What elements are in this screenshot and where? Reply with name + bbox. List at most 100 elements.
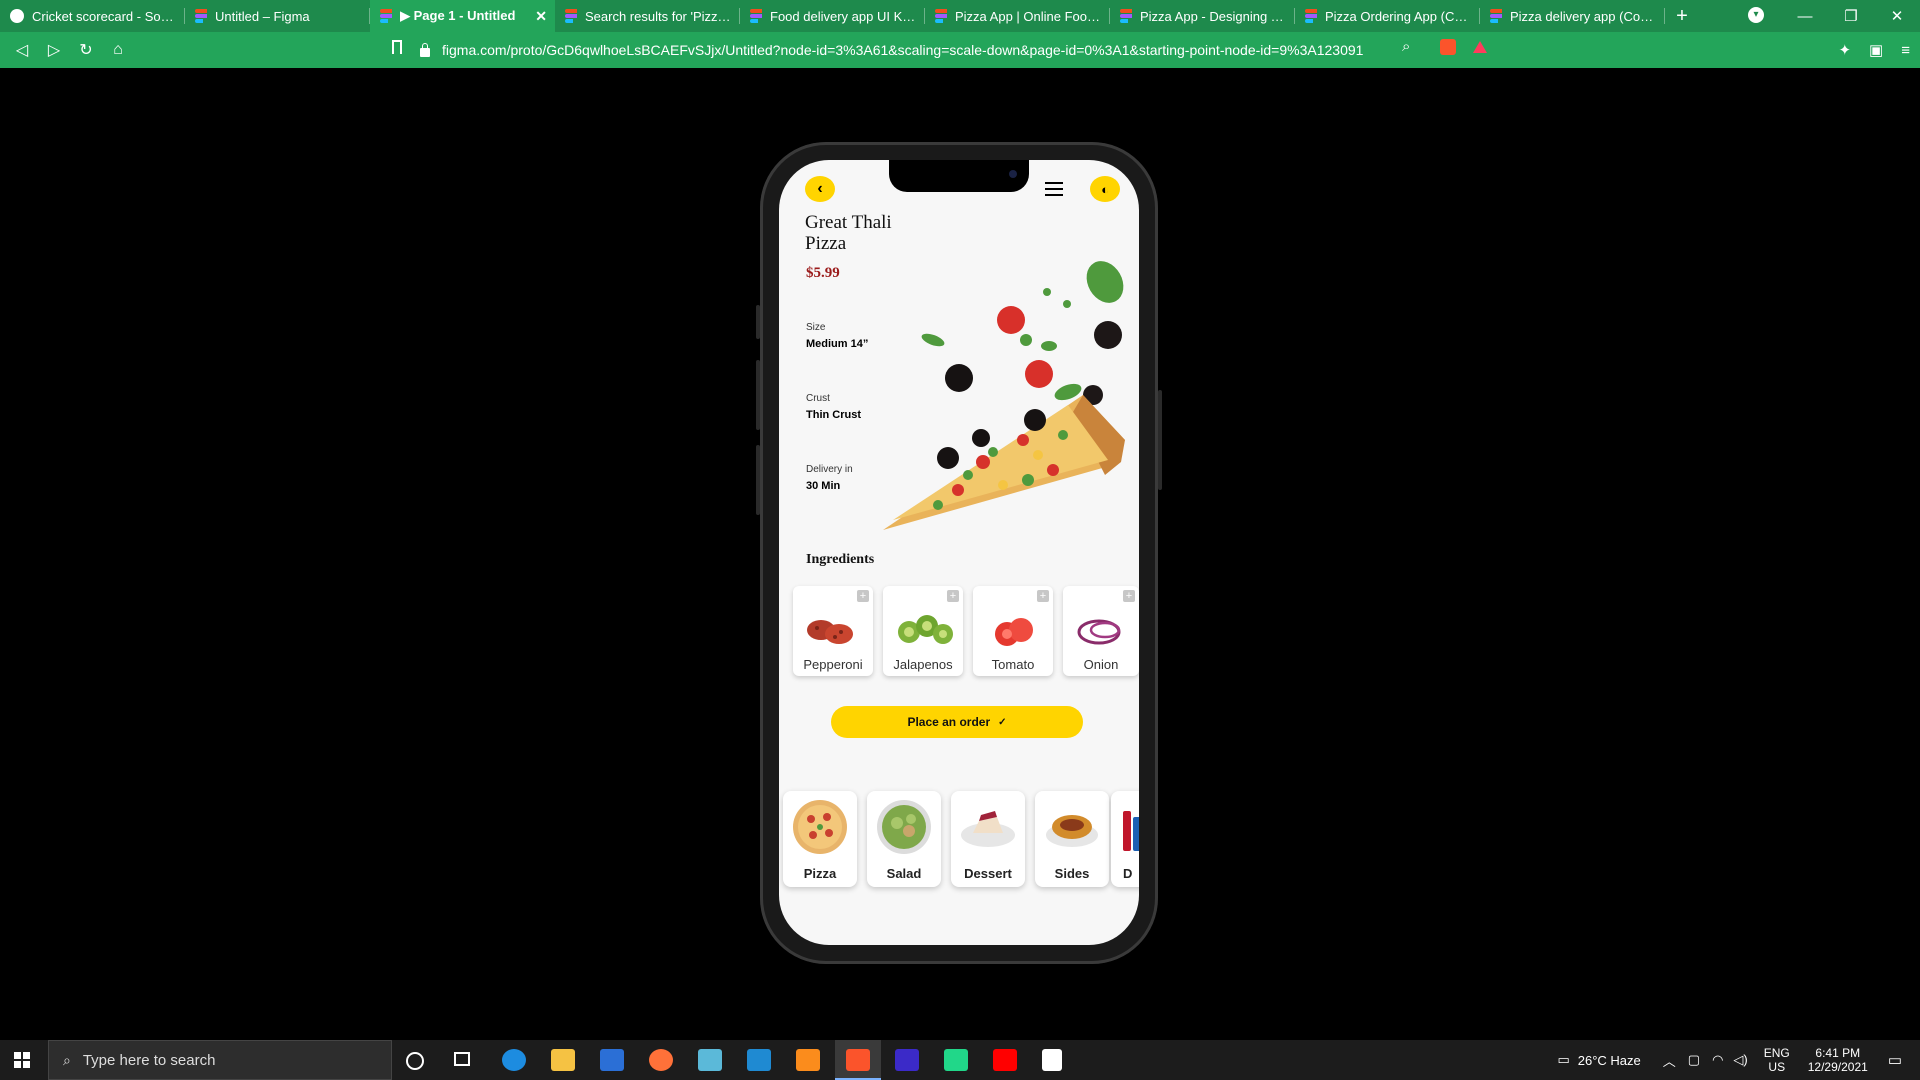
theme-toggle-icon[interactable]: ◐ (1090, 176, 1120, 202)
tab-title: Pizza delivery app (Commun (1510, 8, 1657, 24)
ingredient-card-tomato[interactable]: + Tomato (973, 586, 1053, 676)
volume-icon[interactable]: ◁) (1733, 1052, 1747, 1068)
weather-icon: ▭ (1557, 1052, 1570, 1067)
category-sides[interactable]: Sides (1035, 791, 1109, 887)
tab-food-delivery[interactable]: Food delivery app UI Kit (Co (740, 0, 925, 32)
figma-icon (195, 9, 207, 23)
category-pizza[interactable]: Pizza (783, 791, 857, 887)
reload-icon[interactable]: ↻ (70, 34, 102, 66)
ingredient-label: Pepperoni (803, 657, 863, 672)
region-text: US (1768, 1060, 1786, 1074)
figma-icon (565, 9, 577, 23)
dessert-icon (961, 811, 1015, 847)
time-text: 6:41 PM (1815, 1046, 1861, 1060)
tab-figma-untitled[interactable]: Untitled – Figma (185, 0, 370, 32)
category-label: Dessert (964, 866, 1012, 881)
cricket-icon (10, 9, 24, 23)
tab-title: Search results for 'Pizza foo (585, 8, 732, 24)
tab-search-icon[interactable]: ▾ (1748, 7, 1764, 23)
zoom-icon[interactable]: ⌕ (1402, 38, 1410, 55)
add-jalapenos-icon[interactable]: + (947, 590, 959, 602)
meet-icon[interactable]: ▢ (1688, 1052, 1700, 1068)
windows-start-icon[interactable] (14, 1052, 30, 1068)
brave-rewards-icon[interactable] (1473, 41, 1487, 53)
bookmark-icon[interactable] (392, 40, 402, 54)
back-icon[interactable]: ◁ (6, 34, 38, 66)
pycharm-icon[interactable] (944, 1049, 968, 1071)
ingredient-label: Onion (1083, 657, 1119, 672)
system-tray: ▭ 26°C Haze ︿ ▢ ◠ ◁) ENG US 6:41 PM 12/2… (1557, 1040, 1920, 1080)
weather-text[interactable]: 26°C Haze (1578, 1053, 1641, 1068)
category-label: Salad (886, 866, 922, 881)
tab-title: ▶ Page 1 - Untitled (400, 8, 516, 23)
xampp-icon[interactable] (796, 1049, 820, 1071)
restore-icon[interactable]: ❐ (1828, 7, 1874, 25)
add-tomato-icon[interactable]: + (1037, 590, 1049, 602)
notifications-icon[interactable]: ▭ (1888, 1051, 1902, 1069)
ingredient-card-jalapenos[interactable]: + Jalapenos (883, 586, 963, 676)
tab-pizza-app-designing[interactable]: Pizza App - Designing Your (1110, 0, 1295, 32)
firefox-icon[interactable] (649, 1049, 673, 1071)
forward-icon[interactable]: ▷ (38, 34, 70, 66)
taskbar-search-input[interactable]: ⌕ Type here to search (48, 1040, 392, 1080)
home-icon[interactable]: ⌂ (102, 34, 134, 66)
search-placeholder: Type here to search (82, 1051, 216, 1069)
file-explorer-icon[interactable] (551, 1049, 575, 1071)
pepperoni-icon (807, 620, 853, 644)
tab-pizza-ordering[interactable]: Pizza Ordering App (Comm (1295, 0, 1480, 32)
add-pepperoni-icon[interactable]: + (857, 590, 869, 602)
category-drinks[interactable]: D (1111, 791, 1139, 887)
wallet-icon[interactable]: ▣ (1869, 41, 1883, 59)
clock[interactable]: 6:41 PM 12/29/2021 (1808, 1046, 1868, 1074)
back-button[interactable]: ‹ (805, 176, 835, 202)
ingredient-card-pepperoni[interactable]: + Pepperoni (793, 586, 873, 676)
spec-delivery-value: 30 Min (806, 480, 841, 492)
category-dessert[interactable]: Dessert (951, 791, 1025, 887)
document-icon[interactable] (1042, 1049, 1062, 1071)
tab-pizza-app-online[interactable]: Pizza App | Online Food Del (925, 0, 1110, 32)
ingredients-title: Ingredients (806, 552, 875, 567)
task-view-icon[interactable] (454, 1052, 470, 1066)
cortana-icon[interactable] (406, 1052, 424, 1070)
new-tab-button[interactable]: + (1665, 0, 1699, 32)
wifi-icon[interactable]: ◠ (1712, 1052, 1723, 1068)
vscode-icon[interactable] (747, 1049, 771, 1071)
edge-icon[interactable] (502, 1049, 526, 1071)
ingredient-label: Tomato (991, 657, 1035, 672)
tab-title: Pizza App - Designing Your (1140, 8, 1287, 24)
brave-shields-icon[interactable] (1440, 39, 1456, 55)
app-icon[interactable] (698, 1049, 722, 1071)
browser-actions: ✦ ▣ ≡ (1838, 32, 1910, 68)
category-salad[interactable]: Salad (867, 791, 941, 887)
chevron-up-icon[interactable]: ︿ (1663, 1051, 1676, 1070)
extensions-icon[interactable]: ✦ (1838, 41, 1851, 59)
category-label: Pizza (803, 866, 837, 881)
spec-crust-value: Thin Crust (806, 409, 861, 421)
add-onion-icon[interactable]: + (1123, 590, 1135, 602)
close-window-icon[interactable]: ✕ (1874, 7, 1920, 25)
drinks-icon (1123, 811, 1139, 851)
ingredient-label: Jalapenos (893, 657, 953, 672)
category-label: D (1123, 866, 1133, 881)
figma-icon (750, 9, 762, 23)
tab-title: Pizza Ordering App (Comm (1325, 8, 1472, 24)
tab-cricket[interactable]: Cricket scorecard - South Af (0, 0, 185, 32)
tab-search-results[interactable]: Search results for 'Pizza foo (555, 0, 740, 32)
url-field[interactable]: figma.com/proto/GcD6qwlhoeLsBCAEFvSJjx/U… (420, 32, 1363, 68)
tab-page-1-active[interactable]: ▶ Page 1 - Untitled ✕ (370, 0, 555, 32)
minimize-icon[interactable]: — (1782, 8, 1828, 25)
language-indicator[interactable]: ENG US (1764, 1046, 1790, 1074)
product-price: $5.99 (806, 265, 840, 281)
brave-icon[interactable] (846, 1049, 870, 1071)
intellij-icon[interactable] (895, 1049, 919, 1071)
close-tab-icon[interactable]: ✕ (535, 8, 547, 25)
tab-pizza-delivery[interactable]: Pizza delivery app (Commun (1480, 0, 1665, 32)
list-menu-icon[interactable] (1045, 182, 1063, 196)
store-icon[interactable] (600, 1049, 624, 1071)
spec-crust-label: Crust (806, 393, 830, 404)
ingredient-card-onion[interactable]: + Onion (1063, 586, 1139, 676)
youtube-icon[interactable] (993, 1049, 1017, 1071)
app-screen: ‹ ◐ Great Thali Pizza $5.99 Size Medium … (779, 160, 1139, 945)
menu-icon[interactable]: ≡ (1901, 42, 1910, 59)
place-order-button[interactable]: Place an order ✓ (831, 706, 1083, 738)
